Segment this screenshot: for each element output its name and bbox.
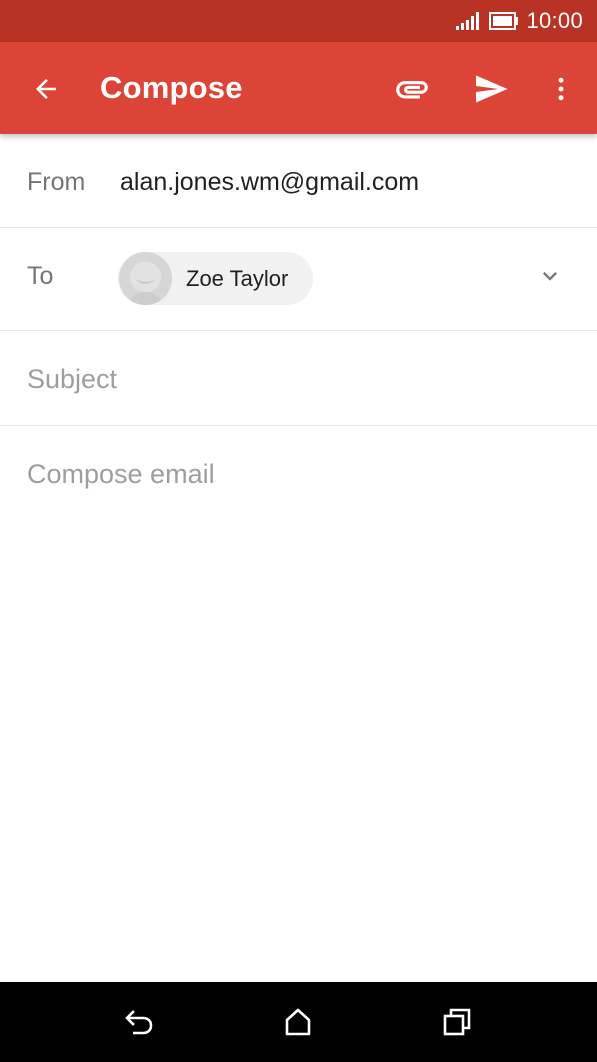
subject-input[interactable] bbox=[27, 360, 567, 398]
more-vert-icon bbox=[558, 77, 564, 101]
send-icon bbox=[476, 75, 508, 103]
nav-recents-button[interactable] bbox=[435, 1000, 479, 1044]
from-label: From bbox=[27, 168, 86, 196]
status-indicators: 10:00 bbox=[455, 0, 583, 42]
nav-back-button[interactable] bbox=[117, 1000, 161, 1044]
from-account[interactable]: alan.jones.wm@gmail.com bbox=[120, 168, 419, 197]
status-bar: 10:00 bbox=[0, 0, 597, 42]
home-icon bbox=[285, 1008, 311, 1036]
compose-body-input[interactable] bbox=[27, 455, 567, 955]
navigation-bar bbox=[0, 982, 597, 1062]
default-avatar-icon bbox=[119, 252, 172, 305]
back-arrow-icon bbox=[36, 79, 56, 99]
chevron-down-icon bbox=[543, 272, 557, 281]
page-title: Compose bbox=[100, 70, 243, 105]
attachment-icon bbox=[396, 81, 428, 99]
to-row: To Zoe Taylor bbox=[0, 228, 597, 331]
subject-row bbox=[0, 331, 597, 426]
attach-button[interactable] bbox=[384, 64, 440, 114]
send-button[interactable] bbox=[463, 64, 519, 114]
recipient-name: Zoe Taylor bbox=[186, 266, 289, 291]
nav-home-button[interactable] bbox=[276, 1000, 320, 1044]
recents-icon bbox=[443, 1008, 471, 1036]
back-button[interactable] bbox=[18, 64, 74, 114]
app-bar: Compose bbox=[0, 42, 597, 134]
expand-recipients-button[interactable] bbox=[528, 256, 572, 296]
signal-icon bbox=[456, 12, 480, 30]
recipient-chip[interactable]: Zoe Taylor bbox=[118, 252, 313, 305]
from-row: From alan.jones.wm@gmail.com bbox=[0, 134, 597, 228]
back-icon bbox=[125, 1010, 153, 1035]
to-label: To bbox=[27, 262, 54, 290]
battery-icon bbox=[489, 12, 519, 30]
status-time: 10:00 bbox=[526, 8, 583, 33]
more-options-button[interactable] bbox=[541, 64, 581, 114]
